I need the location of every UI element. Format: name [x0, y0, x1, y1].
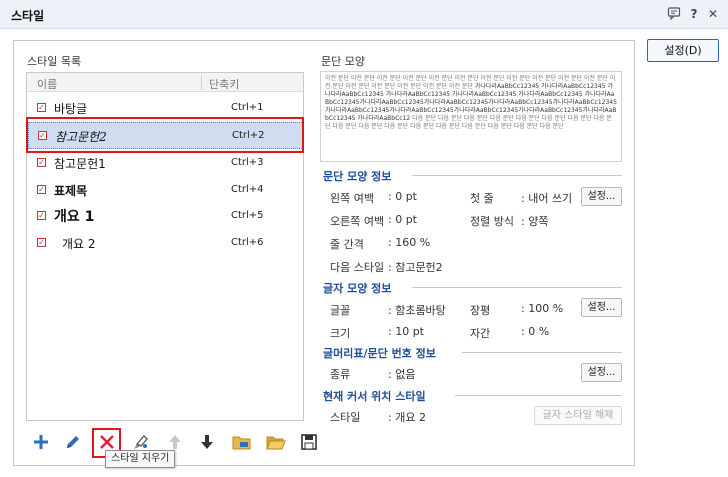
check-icon: ✓	[38, 131, 47, 140]
para-settings-button[interactable]: 설정...	[581, 187, 622, 206]
style-item-outline2[interactable]: ✓ 개요 2 Ctrl+6	[28, 230, 304, 256]
right-margin-value: : 0 pt	[388, 213, 417, 226]
cursor-style-value: : 개요 2	[388, 411, 426, 424]
style-shortcut: Ctrl+5	[231, 210, 264, 221]
brush-icon	[134, 435, 148, 449]
cursor-style-title: 현재 커서 위치 스타일	[323, 390, 426, 403]
char-info-title: 글자 모양 정보	[323, 282, 392, 295]
col-name-header[interactable]: 이름	[37, 76, 57, 92]
x-icon	[100, 435, 114, 449]
style-shortcut: Ctrl+3	[231, 157, 264, 168]
settings-button[interactable]: 설정(D)	[647, 39, 719, 62]
import-style-button[interactable]	[228, 429, 254, 455]
line-spacing-label: 줄 간격	[330, 238, 364, 251]
plus-icon	[34, 435, 48, 449]
help-icon[interactable]: ?	[686, 6, 702, 22]
align-label: 정렬 방식	[470, 215, 514, 228]
char-width-label: 장평	[470, 304, 491, 317]
style-name: 표제목	[54, 184, 88, 198]
style-name: 개요 1	[54, 209, 95, 225]
close-icon[interactable]: ✕	[705, 6, 721, 22]
first-line-label: 첫 줄	[470, 192, 494, 205]
next-style-value: : 참고문헌2	[388, 261, 443, 274]
arrow-down-icon	[201, 435, 213, 449]
style-shortcut: Ctrl+1	[231, 102, 264, 113]
style-item-body[interactable]: ✓ 바탕글 Ctrl+1	[28, 95, 304, 121]
char-settings-button[interactable]: 설정...	[581, 298, 622, 317]
para-info-title: 문단 모양 정보	[323, 170, 392, 183]
style-item-table-title[interactable]: ✓ 표제목 Ctrl+4	[28, 177, 304, 203]
delete-tooltip: 스타일 지우기	[105, 450, 176, 468]
title-bar: 스타일 ? ✕	[0, 0, 728, 29]
bullet-info-title: 글머리표/문단 번호 정보	[323, 347, 436, 360]
check-icon: ✓	[37, 238, 46, 247]
paragraph-preview: 이전 문단 이전 문단 이전 문단 이전 문단 이전 문단 이전 문단 이전 문…	[320, 71, 622, 162]
check-icon: ✓	[37, 103, 46, 112]
floppy-icon	[301, 434, 317, 450]
cursor-style-label: 스타일	[330, 411, 361, 424]
char-spacing-label: 자간	[470, 327, 491, 340]
bullet-kind-label: 종류	[330, 368, 351, 381]
add-style-button[interactable]	[28, 429, 54, 455]
folder-open-icon	[266, 436, 286, 450]
line-spacing-value: : 160 %	[388, 236, 431, 249]
style-item-ref1[interactable]: ✓ 참고문헌1 Ctrl+3	[28, 150, 304, 176]
align-value: : 양쪽	[521, 215, 549, 228]
next-style-label: 다음 스타일	[330, 261, 385, 274]
chat-icon[interactable]	[666, 6, 682, 22]
style-shortcut: Ctrl+6	[231, 237, 264, 248]
style-name: 참고문헌1	[54, 157, 106, 171]
char-width-value: : 100 %	[521, 302, 564, 315]
style-name: 바탕글	[54, 102, 88, 116]
style-item-ref2[interactable]: ✓ 참고문헌2 Ctrl+2	[28, 122, 304, 149]
arrow-up-icon	[169, 435, 181, 449]
pencil-icon	[67, 436, 79, 448]
style-name: 참고문헌2	[55, 130, 107, 144]
preview-label: 문단 모양	[321, 55, 365, 68]
bullet-settings-button[interactable]: 설정...	[581, 363, 622, 382]
bullet-kind-value: : 없음	[388, 368, 416, 381]
style-shortcut: Ctrl+2	[232, 130, 265, 141]
style-name: 개요 2	[62, 237, 96, 251]
check-icon: ✓	[37, 158, 46, 167]
move-down-button[interactable]	[194, 429, 220, 455]
size-value: : 10 pt	[388, 325, 424, 338]
first-line-value: : 내어 쓰기	[521, 192, 573, 205]
window-title: 스타일	[11, 9, 45, 23]
edit-style-button[interactable]	[60, 429, 86, 455]
left-margin-value: : 0 pt	[388, 190, 417, 203]
check-icon: ✓	[37, 211, 46, 220]
font-label: 글꼴	[330, 304, 351, 317]
char-spacing-value: : 0 %	[521, 325, 550, 338]
check-icon: ✓	[37, 185, 46, 194]
save-style-button[interactable]	[296, 429, 322, 455]
style-shortcut: Ctrl+4	[231, 184, 264, 195]
font-value: : 함초롬바탕	[388, 304, 446, 317]
style-list-header: 이름 단축키	[27, 73, 303, 92]
folder-import-icon	[232, 436, 251, 450]
right-margin-label: 오른쪽 여백	[330, 215, 385, 228]
left-margin-label: 왼쪽 여백	[330, 192, 374, 205]
col-shortcut-header[interactable]: 단축키	[209, 76, 239, 92]
release-char-style-button[interactable]: 글자 스타일 해제	[534, 406, 622, 425]
style-list[interactable]: 이름 단축키 ✓ 바탕글 Ctrl+1 ✓ 참고문헌2 Ctrl+2 ✓ 참고문…	[26, 72, 304, 421]
size-label: 크기	[330, 327, 351, 340]
style-list-label: 스타일 목록	[27, 55, 82, 68]
style-item-outline1[interactable]: ✓ 개요 1 Ctrl+5	[28, 203, 304, 229]
open-style-button[interactable]	[262, 429, 288, 455]
